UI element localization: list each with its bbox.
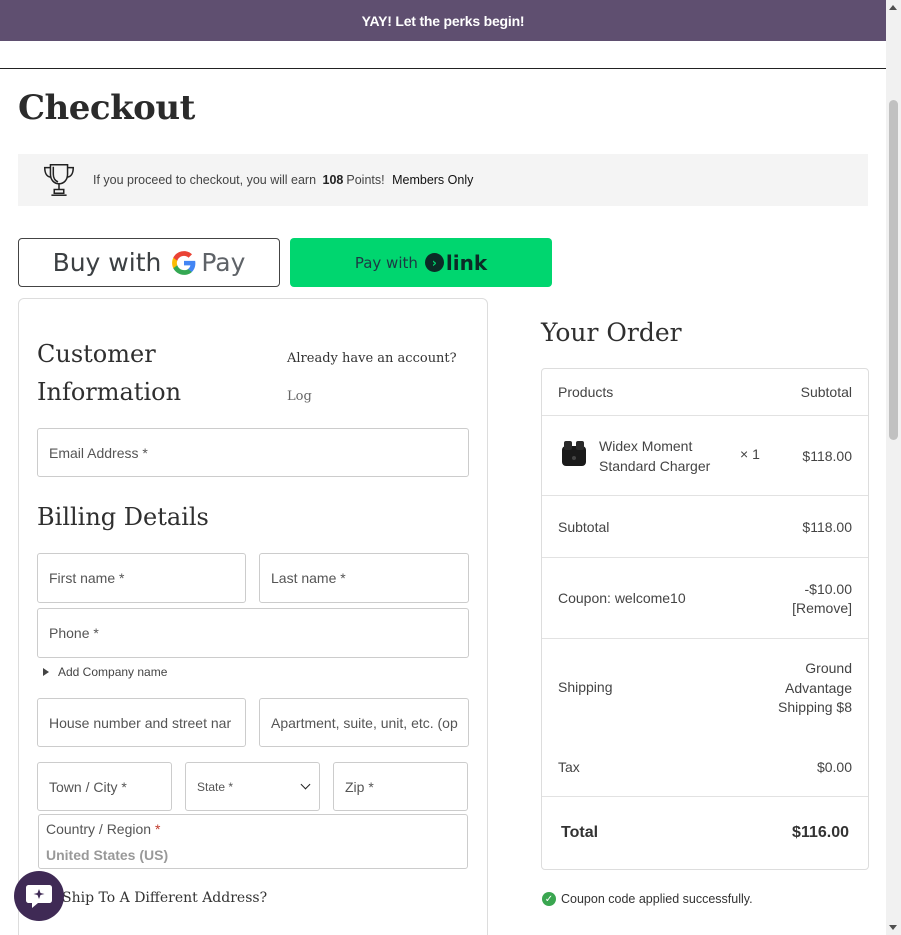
coupon-row: Coupon: welcome10 -$10.00 [Remove] [542, 558, 868, 639]
chat-launcher-button[interactable] [14, 871, 64, 921]
shipping-tax-row: Shipping Ground Advantage Shipping $8 Ta… [542, 639, 868, 797]
zip-field[interactable]: Zip * [333, 762, 468, 811]
subtotal-row: Subtotal $118.00 [542, 496, 868, 558]
google-pay-button[interactable]: Buy with Pay [18, 238, 280, 287]
page-title: Checkout [18, 88, 195, 128]
page-scrollbar[interactable] [886, 0, 901, 935]
order-table-header: Products Subtotal [542, 369, 868, 416]
triangle-right-icon [43, 668, 49, 676]
scrollbar-thumb[interactable] [889, 100, 898, 440]
add-company-toggle[interactable]: Add Company name [43, 665, 167, 679]
shipping-method: Ground Advantage Shipping $8 [778, 660, 852, 715]
apartment-field[interactable]: Apartment, suite, unit, etc. (op [259, 698, 469, 747]
link-pay-button[interactable]: Pay with › link [290, 238, 552, 287]
total-row: Total $116.00 [561, 824, 849, 841]
country-value: United States (US) [46, 847, 169, 863]
points-message: If you proceed to checkout, you will ear… [93, 173, 474, 187]
your-order-heading: Your Order [541, 318, 682, 347]
trophy-icon [43, 164, 75, 196]
promo-banner: YAY! Let the perks begin! [0, 0, 886, 41]
product-name: Widex Moment Standard Charger [599, 438, 711, 474]
scroll-down-icon[interactable] [889, 925, 897, 930]
google-g-icon [172, 250, 196, 275]
points-amount: 108 [322, 173, 344, 187]
street-address-field[interactable]: House number and street nar [37, 698, 246, 747]
checkmark-icon: ✓ [542, 892, 556, 906]
order-item-row: Widex Moment Standard Charger × 1 $118.0… [542, 416, 868, 496]
coupon-success-notice: ✓ Coupon code applied successfully. [542, 892, 753, 906]
billing-details-heading: Billing Details [37, 503, 209, 531]
members-only-label: Members Only [392, 173, 474, 187]
tax-value: $0.00 [816, 759, 852, 775]
phone-field[interactable]: Phone * [37, 608, 469, 658]
first-name-field[interactable]: First name * [37, 553, 246, 603]
country-region-field[interactable]: Country / Region * United States (US) [38, 814, 468, 869]
product-quantity: × 1 [740, 446, 760, 462]
state-select[interactable]: State * [185, 762, 320, 811]
email-field[interactable]: Email Address * [37, 428, 469, 477]
chat-icon [26, 885, 52, 908]
login-link[interactable]: Log [287, 389, 312, 404]
last-name-field[interactable]: Last name * [259, 553, 469, 603]
city-field[interactable]: Town / City * [37, 762, 172, 811]
chevron-down-icon [300, 779, 311, 790]
scroll-up-icon[interactable] [889, 5, 897, 10]
ship-different-address-toggle[interactable]: Ship To A Different Address? [62, 890, 267, 906]
link-arrow-icon: › [424, 253, 444, 272]
points-notice: If you proceed to checkout, you will ear… [18, 154, 868, 206]
promo-banner-text: YAY! Let the perks begin! [361, 12, 525, 29]
product-thumbnail [562, 441, 586, 466]
order-summary-card: Products Subtotal Widex Moment Standard … [541, 368, 869, 870]
order-total: $116.00 [792, 824, 849, 841]
customer-info-heading: Customer Information [37, 340, 182, 406]
coupon-discount: -$10.00 [804, 581, 852, 597]
product-price: $118.00 [802, 448, 852, 464]
header-divider [0, 68, 886, 69]
coupon-remove-link[interactable]: [Remove] [792, 600, 852, 616]
